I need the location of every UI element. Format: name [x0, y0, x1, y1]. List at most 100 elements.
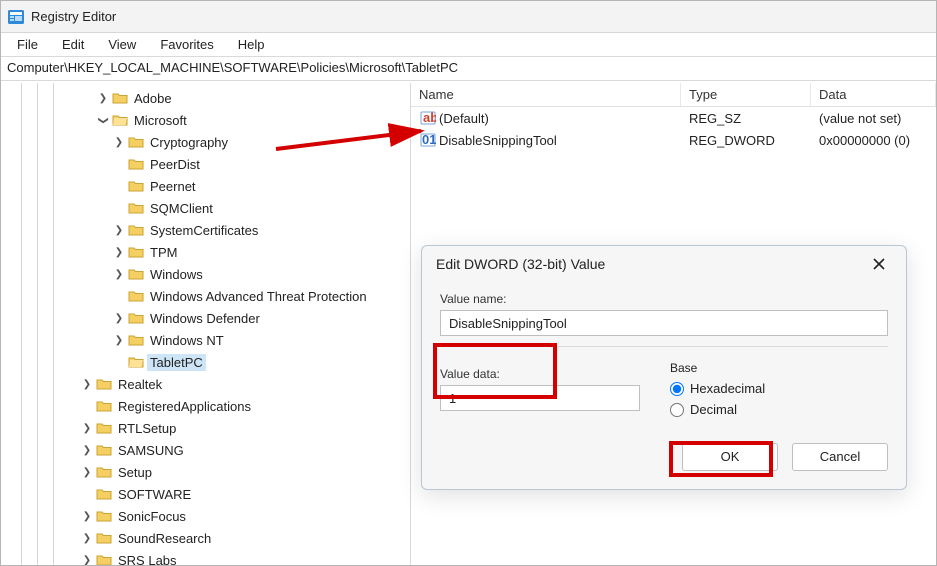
value-data-field[interactable]: [440, 385, 640, 411]
tree-label: Windows: [147, 266, 206, 283]
tree-item-defender[interactable]: ❯ Windows Defender: [1, 307, 410, 329]
tree-item-sqmclient[interactable]: SQMClient: [1, 197, 410, 219]
value-type: REG_DWORD: [681, 132, 811, 149]
folder-icon: [127, 332, 145, 348]
folder-icon: [127, 288, 145, 304]
cancel-button[interactable]: Cancel: [792, 443, 888, 471]
value-data: 0x00000000 (0): [811, 132, 936, 149]
dialog-title: Edit DWORD (32-bit) Value: [436, 256, 605, 272]
tree-item-systemcertificates[interactable]: ❯ SystemCertificates: [1, 219, 410, 241]
tree-label: Adobe: [131, 90, 175, 107]
expand-icon[interactable]: ❯: [111, 269, 127, 280]
folder-icon: [95, 530, 113, 546]
tree-item-regapps[interactable]: RegisteredApplications: [1, 395, 410, 417]
app-icon: [7, 8, 25, 26]
radio-hexadecimal[interactable]: Hexadecimal: [670, 381, 888, 396]
folder-icon: [95, 464, 113, 480]
list-row[interactable]: 011 DisableSnippingTool REG_DWORD 0x0000…: [411, 129, 936, 151]
tree-item-winnt[interactable]: ❯ Windows NT: [1, 329, 410, 351]
expand-icon[interactable]: ❯: [79, 533, 95, 544]
tree-item-rtlsetup[interactable]: ❯RTLSetup: [1, 417, 410, 439]
value-name: DisableSnippingTool: [439, 133, 557, 148]
tree-item-software[interactable]: SOFTWARE: [1, 483, 410, 505]
expand-icon[interactable]: ❯: [79, 379, 95, 390]
svg-text:011: 011: [422, 132, 436, 147]
value-name-field[interactable]: [440, 310, 888, 336]
expand-icon[interactable]: ❯: [95, 93, 111, 104]
expand-icon[interactable]: ❯: [111, 335, 127, 346]
list-header[interactable]: Name Type Data: [411, 83, 936, 107]
value-type: REG_SZ: [681, 110, 811, 127]
address-bar[interactable]: Computer\HKEY_LOCAL_MACHINE\SOFTWARE\Pol…: [1, 57, 936, 81]
tree-label: SystemCertificates: [147, 222, 261, 239]
tree-item-tpm[interactable]: ❯TPM: [1, 241, 410, 263]
expand-icon[interactable]: ❯: [79, 423, 95, 434]
tree-item-setup[interactable]: ❯Setup: [1, 461, 410, 483]
folder-icon: [111, 90, 129, 106]
tree-item-peerdist[interactable]: PeerDist: [1, 153, 410, 175]
menu-view[interactable]: View: [96, 35, 148, 54]
expand-icon[interactable]: ❯: [79, 511, 95, 522]
expand-icon[interactable]: ❯: [79, 555, 95, 566]
expand-icon[interactable]: ❯: [79, 467, 95, 478]
tree-label: RegisteredApplications: [115, 398, 254, 415]
tree-item-microsoft[interactable]: ❯ Microsoft: [1, 109, 410, 131]
radio-decimal[interactable]: Decimal: [670, 402, 888, 417]
folder-icon: [95, 420, 113, 436]
tree-label: Windows Defender: [147, 310, 263, 327]
folder-icon: [127, 200, 145, 216]
folder-icon: [127, 156, 145, 172]
folder-icon: [127, 134, 145, 150]
menu-edit[interactable]: Edit: [50, 35, 96, 54]
string-value-icon: ab: [419, 110, 437, 126]
folder-open-icon: [111, 112, 129, 128]
edit-dword-dialog: Edit DWORD (32-bit) Value Value name: Va…: [421, 245, 907, 490]
expand-icon[interactable]: ❯: [111, 313, 127, 324]
folder-icon: [127, 310, 145, 326]
expand-icon[interactable]: ❯: [111, 225, 127, 236]
tree-item-watp[interactable]: Windows Advanced Threat Protection: [1, 285, 410, 307]
tree-item-realtek[interactable]: ❯Realtek: [1, 373, 410, 395]
tree-label: TabletPC: [147, 354, 206, 371]
close-icon: [872, 257, 886, 271]
tree-item-cryptography[interactable]: ❯ Cryptography: [1, 131, 410, 153]
base-group-label: Base: [670, 361, 888, 375]
expand-icon[interactable]: ❯: [111, 137, 127, 148]
title-bar: Registry Editor: [1, 1, 936, 33]
folder-icon: [127, 222, 145, 238]
svg-text:ab: ab: [423, 110, 436, 125]
tree-label: SOFTWARE: [115, 486, 194, 503]
expand-icon[interactable]: ❯: [111, 247, 127, 258]
radio-hex-label: Hexadecimal: [690, 381, 765, 396]
col-header-name[interactable]: Name: [411, 83, 681, 106]
tree-item-soundresearch[interactable]: ❯SoundResearch: [1, 527, 410, 549]
tree-label: Windows NT: [147, 332, 227, 349]
col-header-type[interactable]: Type: [681, 83, 811, 106]
menu-help[interactable]: Help: [226, 35, 277, 54]
tree-item-adobe[interactable]: ❯ Adobe: [1, 87, 410, 109]
menu-favorites[interactable]: Favorites: [148, 35, 225, 54]
expand-icon[interactable]: ❯: [79, 445, 95, 456]
col-header-data[interactable]: Data: [811, 83, 936, 106]
tree-item-samsung[interactable]: ❯SAMSUNG: [1, 439, 410, 461]
tree-item-peernet[interactable]: Peernet: [1, 175, 410, 197]
registry-tree[interactable]: ❯ Adobe ❯ Microsoft ❯ Cryptography PeerD…: [1, 83, 411, 565]
ok-button[interactable]: OK: [682, 443, 778, 471]
folder-icon: [127, 266, 145, 282]
collapse-icon[interactable]: ❯: [98, 112, 109, 128]
folder-icon: [95, 552, 113, 565]
tree-item-srslabs[interactable]: ❯ SRS Labs: [1, 549, 410, 565]
dialog-close-button[interactable]: [866, 253, 892, 275]
radio-dec-input[interactable]: [670, 403, 684, 417]
tree-label: Cryptography: [147, 134, 231, 151]
radio-hex-input[interactable]: [670, 382, 684, 396]
tree-item-windows[interactable]: ❯ Windows: [1, 263, 410, 285]
list-row[interactable]: ab (Default) REG_SZ (value not set): [411, 107, 936, 129]
tree-label: PeerDist: [147, 156, 203, 173]
menu-file[interactable]: File: [5, 35, 50, 54]
tree-label: SRS Labs: [115, 552, 180, 566]
tree-label: Peernet: [147, 178, 199, 195]
tree-item-sonicfocus[interactable]: ❯SonicFocus: [1, 505, 410, 527]
tree-item-tabletpc[interactable]: TabletPC: [1, 351, 410, 373]
radio-dec-label: Decimal: [690, 402, 737, 417]
